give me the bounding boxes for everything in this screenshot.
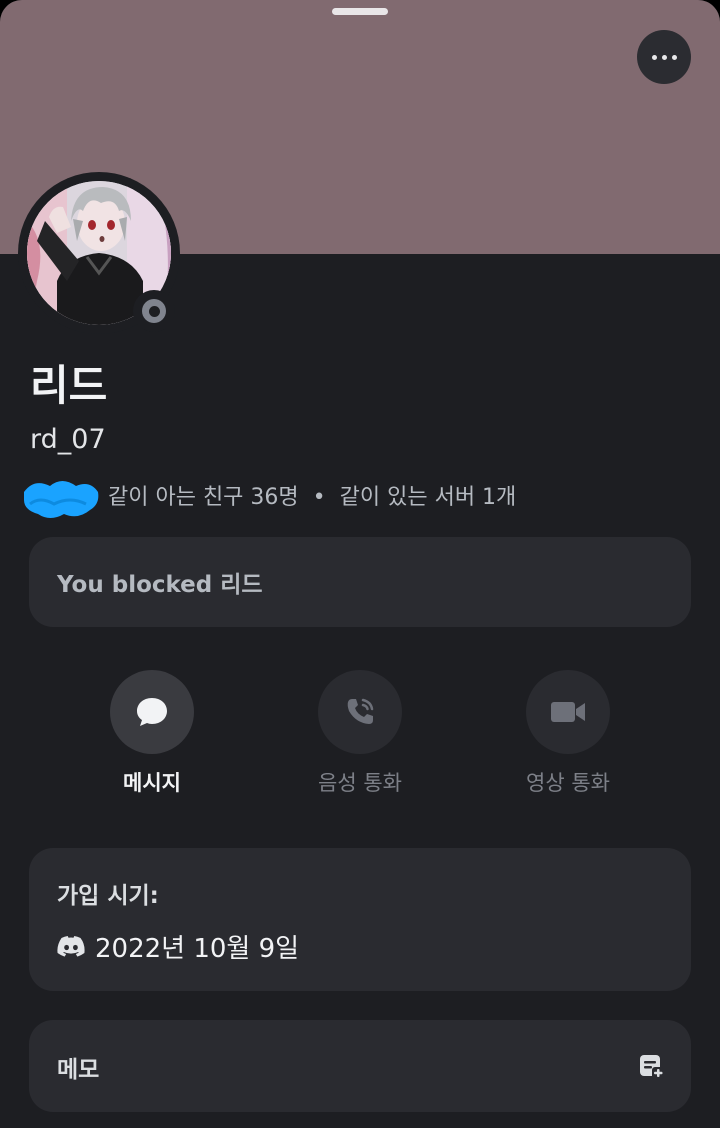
memo-label: 메모 [57,1057,100,1083]
member-since-date: 2022년 10월 9일 [95,934,300,964]
message-action[interactable]: 메시지 [62,670,242,798]
offline-status-icon [142,299,166,323]
username[interactable]: rd_07 [30,420,106,460]
blocked-notice-card: You blocked 리드 [29,537,691,627]
more-options-button[interactable] [637,30,691,84]
more-dot-icon [651,54,657,60]
mutuals-row[interactable]: 같이 아는 친구 36명 • 같이 있는 서버 1개 [108,480,516,516]
video-call-button[interactable] [526,670,610,754]
redaction-scribble [24,481,99,518]
message-label: 메시지 [123,771,181,795]
note-edit-icon[interactable] [637,1052,665,1080]
memo-card[interactable]: 메모 [29,1020,691,1112]
separator-dot: • [312,485,326,510]
voice-call-label: 음성 통화 [318,771,402,795]
more-dot-icon [661,54,667,60]
video-call-label: 영상 통화 [526,771,610,795]
profile-sheet: 리드 rd_07 같이 아는 친구 36명 • 같이 있는 서버 1개 You bl… [0,0,720,1128]
display-name: 리드 [30,361,108,410]
video-call-action[interactable]: 영상 통화 [478,670,658,798]
chat-bubble-icon [137,698,167,726]
member-since-row: 2022년 10월 9일 [57,928,299,965]
message-button[interactable] [110,670,194,754]
video-camera-icon [551,702,585,722]
status-indicator [133,290,175,332]
voice-call-button[interactable] [318,670,402,754]
member-since-title: 가입 시기: [57,883,159,909]
more-dot-icon [671,54,677,60]
mutual-servers[interactable]: 같이 있는 서버 1개 [340,485,517,510]
drag-handle[interactable] [332,8,388,15]
mutual-friends[interactable]: 같이 아는 친구 36명 [108,485,299,510]
member-since-card: 가입 시기: 2022년 10월 9일 [29,848,691,991]
discord-logo-icon [57,935,85,957]
phone-call-icon [347,698,374,724]
blocked-notice-text: You blocked 리드 [57,572,263,598]
voice-call-action[interactable]: 음성 통화 [270,670,450,798]
